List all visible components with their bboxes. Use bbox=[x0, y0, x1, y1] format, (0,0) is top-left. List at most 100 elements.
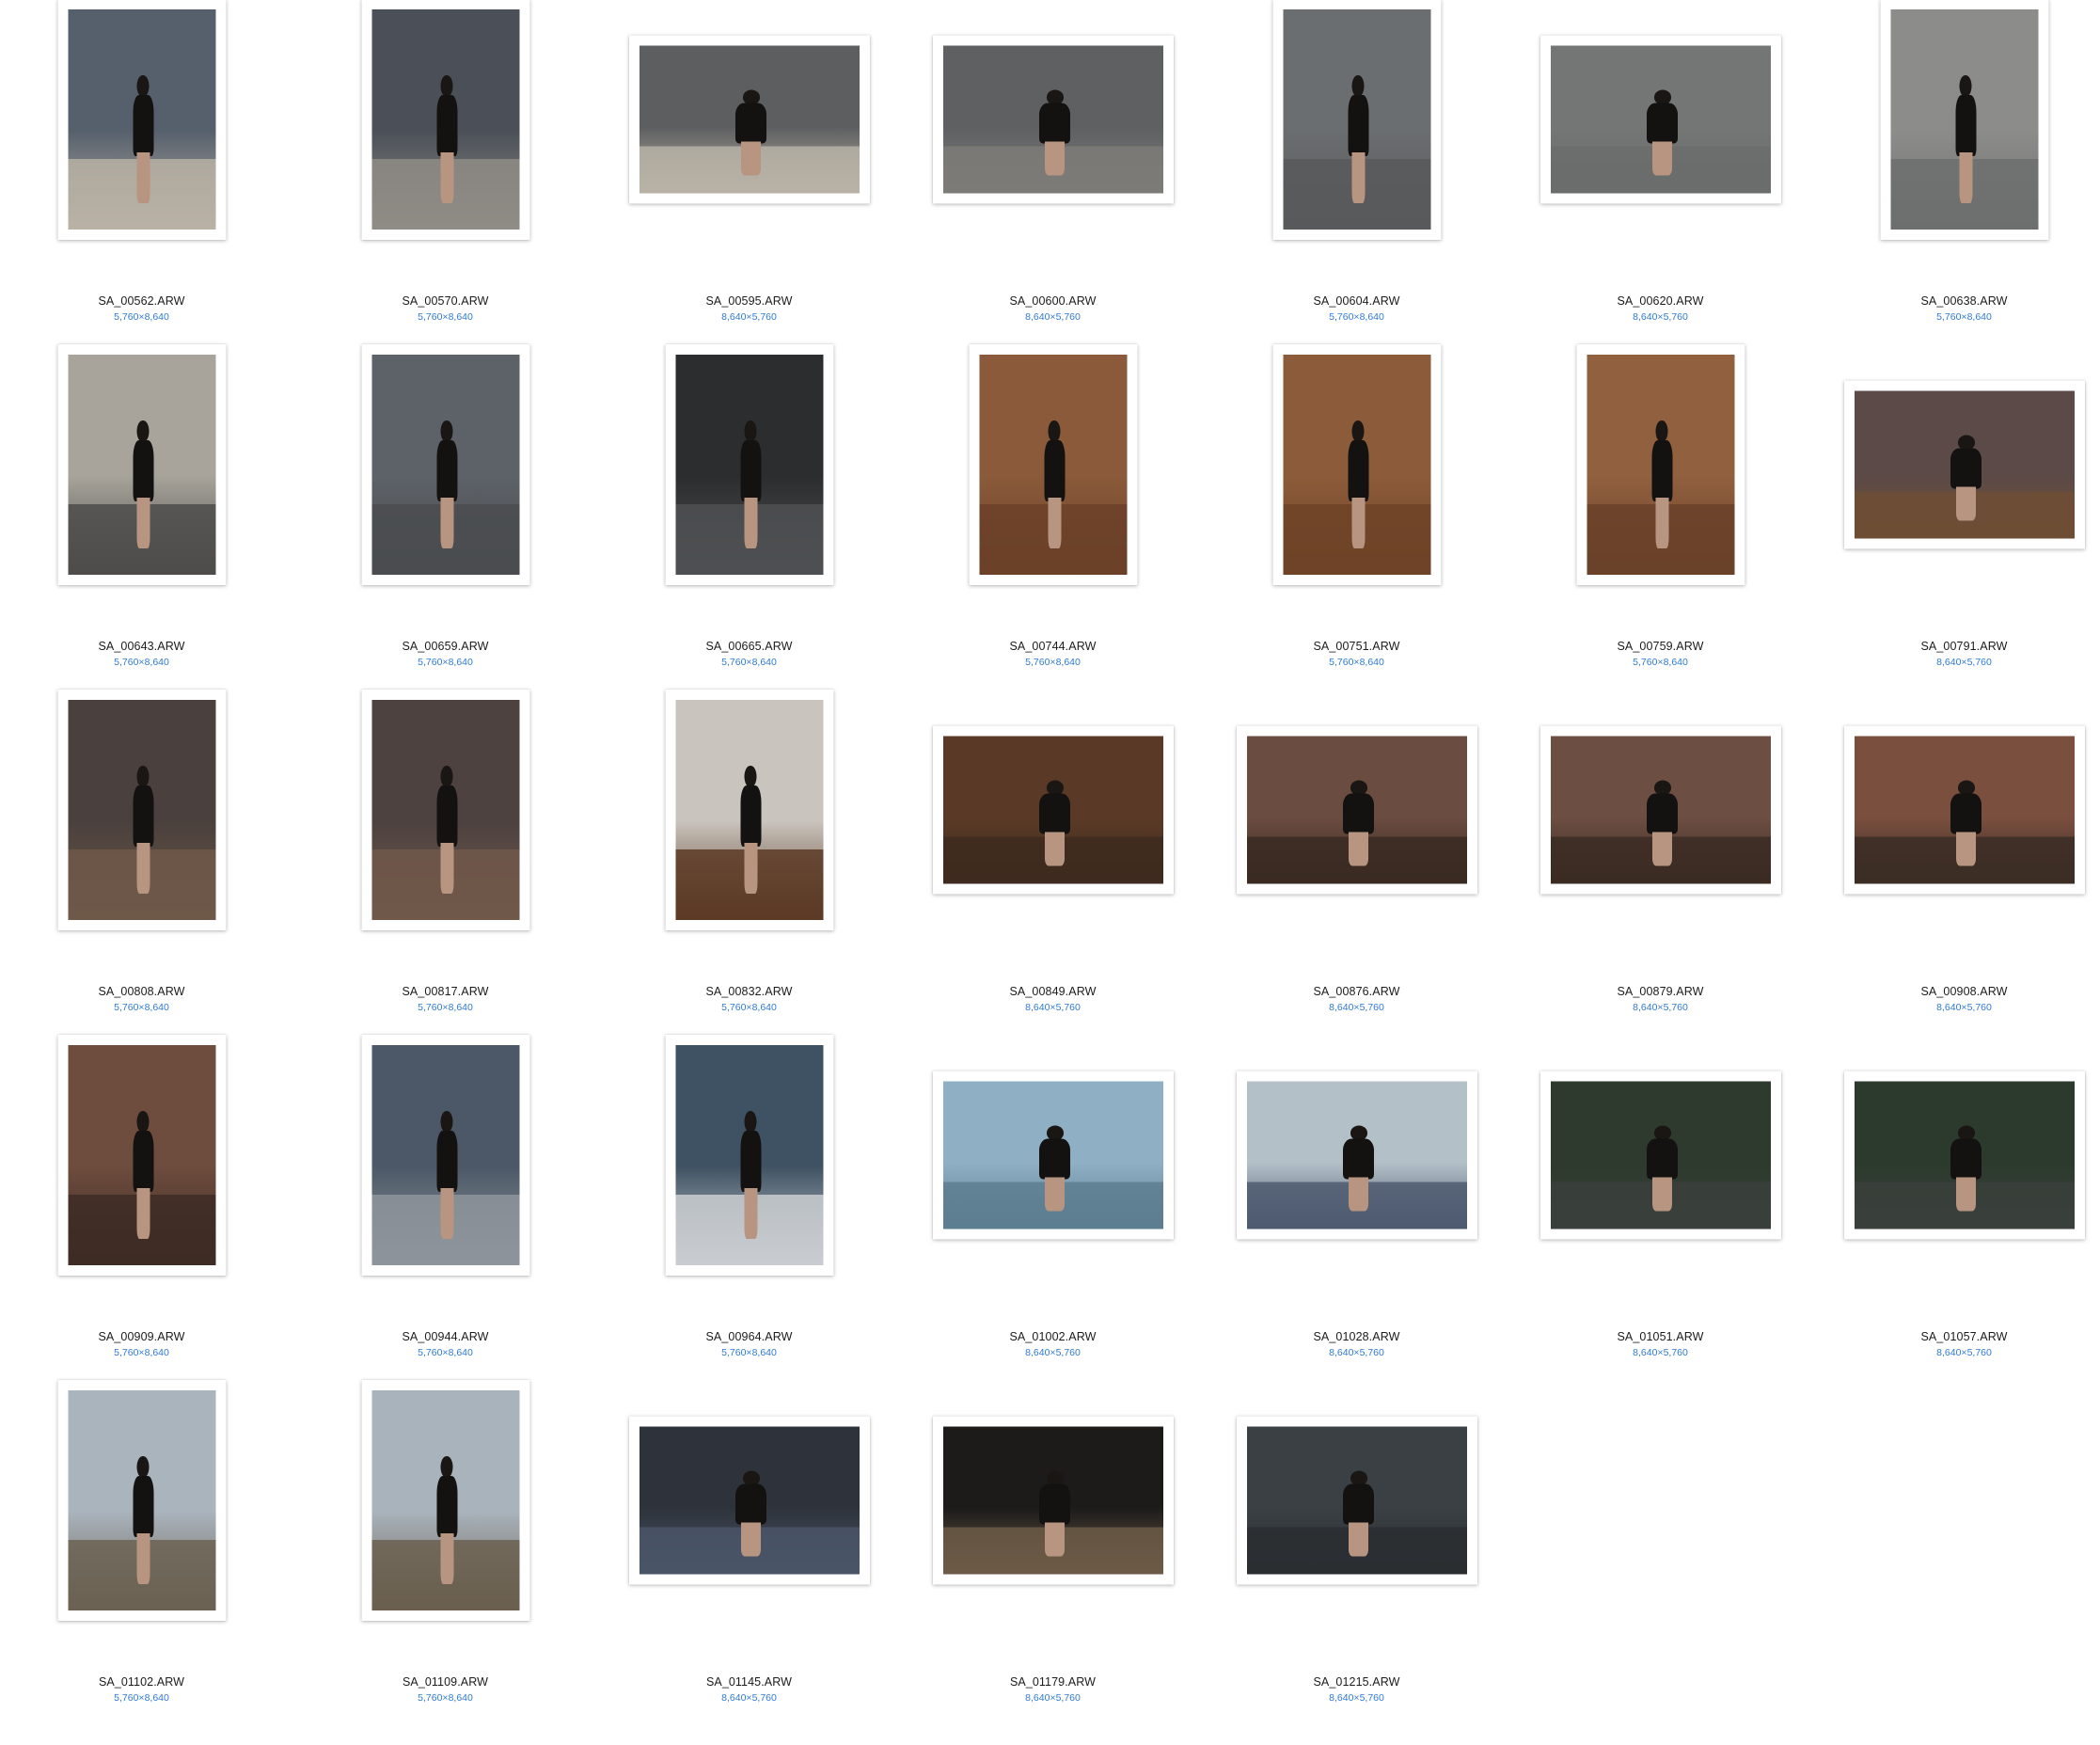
image-dimensions-label: 8,640×5,760 bbox=[1025, 311, 1081, 323]
thumbnail-frame[interactable] bbox=[1236, 725, 1477, 895]
file-item[interactable]: SA_00659.ARW 5,760×8,640 bbox=[293, 344, 597, 690]
subject-body bbox=[735, 1483, 767, 1525]
thumbnail-frame[interactable] bbox=[665, 1035, 833, 1276]
thumbnail-frame[interactable] bbox=[57, 0, 226, 240]
subject-legs bbox=[1956, 832, 1977, 866]
photo-thumbnail bbox=[639, 1426, 860, 1575]
thumbnail-frame[interactable] bbox=[932, 725, 1174, 895]
file-item[interactable]: SA_01028.ARW 8,640×5,760 bbox=[1205, 1036, 1508, 1381]
image-dimensions-label: 8,640×5,760 bbox=[1633, 1002, 1688, 1013]
photo-thumbnail bbox=[1550, 736, 1771, 884]
thumbnail-frame[interactable] bbox=[361, 1035, 529, 1276]
file-item[interactable]: SA_00620.ARW 8,640×5,760 bbox=[1508, 0, 1812, 345]
thumbnail-frame[interactable] bbox=[1880, 0, 2048, 240]
thumbnail-frame[interactable] bbox=[1843, 380, 2085, 549]
thumbnail-frame[interactable] bbox=[1843, 1071, 2085, 1240]
image-dimensions-label: 5,760×8,640 bbox=[721, 1002, 777, 1013]
subject-body bbox=[436, 1130, 458, 1192]
file-item[interactable]: SA_00759.ARW 5,760×8,640 bbox=[1508, 344, 1812, 690]
subject-body bbox=[1039, 1138, 1071, 1180]
file-name-label: SA_00876.ARW bbox=[1313, 985, 1400, 998]
image-dimensions-label: 8,640×5,760 bbox=[1633, 311, 1688, 323]
file-item[interactable]: SA_00638.ARW 5,760×8,640 bbox=[1812, 0, 2100, 345]
thumbnail-frame[interactable] bbox=[1843, 725, 2085, 895]
thumbnail-frame[interactable] bbox=[932, 35, 1174, 204]
file-item[interactable]: SA_00744.ARW 5,760×8,640 bbox=[901, 344, 1205, 690]
photo-thumbnail bbox=[1550, 45, 1771, 194]
thumbnail-frame[interactable] bbox=[628, 35, 870, 204]
file-item[interactable]: SA_00604.ARW 5,760×8,640 bbox=[1205, 0, 1508, 345]
photo-thumbnail bbox=[1246, 736, 1467, 884]
photo-thumbnail bbox=[1854, 1081, 2075, 1229]
thumbnail-frame[interactable] bbox=[932, 1071, 1174, 1240]
file-item[interactable]: SA_00832.ARW 5,760×8,640 bbox=[597, 690, 901, 1036]
file-item[interactable]: SA_00876.ARW 8,640×5,760 bbox=[1205, 690, 1508, 1036]
thumbnail-frame[interactable] bbox=[1236, 1071, 1477, 1240]
thumbnail-frame[interactable] bbox=[57, 344, 226, 585]
subject-head bbox=[744, 1111, 757, 1134]
thumbnail-frame[interactable] bbox=[361, 1380, 529, 1621]
thumbnail-frame[interactable] bbox=[628, 1416, 870, 1585]
thumbnail-frame[interactable] bbox=[1236, 1416, 1477, 1585]
image-dimensions-label: 5,760×8,640 bbox=[1329, 311, 1384, 323]
thumbnail-frame[interactable] bbox=[1272, 344, 1441, 585]
file-item[interactable]: SA_01215.ARW 8,640×5,760 bbox=[1205, 1381, 1508, 1726]
file-item[interactable]: SA_00570.ARW 5,760×8,640 bbox=[293, 0, 597, 345]
subject-head bbox=[440, 1111, 453, 1134]
image-dimensions-label: 5,760×8,640 bbox=[418, 1002, 473, 1013]
thumbnail-frame[interactable] bbox=[361, 0, 529, 240]
thumbnail-frame[interactable] bbox=[1539, 725, 1781, 895]
thumbnail-frame[interactable] bbox=[361, 344, 529, 585]
file-item[interactable]: SA_01179.ARW 8,640×5,760 bbox=[901, 1381, 1205, 1726]
photo-subject bbox=[740, 1111, 762, 1239]
file-item[interactable]: SA_01102.ARW 5,760×8,640 bbox=[0, 1380, 293, 1726]
file-item[interactable]: SA_00909.ARW 5,760×8,640 bbox=[0, 1035, 293, 1381]
subject-body bbox=[1348, 439, 1369, 501]
file-item[interactable]: SA_01057.ARW 8,640×5,760 bbox=[1812, 1036, 2100, 1381]
thumbnail-frame[interactable] bbox=[57, 1035, 226, 1276]
file-item[interactable]: SA_00908.ARW 8,640×5,760 bbox=[1812, 690, 2100, 1036]
thumbnail-frame[interactable] bbox=[1539, 35, 1781, 204]
thumbnail-frame[interactable] bbox=[932, 1416, 1174, 1585]
file-item[interactable]: SA_01145.ARW 8,640×5,760 bbox=[597, 1381, 901, 1726]
image-dimensions-label: 5,760×8,640 bbox=[418, 311, 473, 323]
file-item[interactable]: SA_01002.ARW 8,640×5,760 bbox=[901, 1036, 1205, 1381]
file-item[interactable]: SA_00964.ARW 5,760×8,640 bbox=[597, 1035, 901, 1381]
photo-subject bbox=[1044, 420, 1066, 548]
file-item[interactable]: SA_01051.ARW 8,640×5,760 bbox=[1508, 1036, 1812, 1381]
file-item[interactable]: SA_00665.ARW 5,760×8,640 bbox=[597, 344, 901, 690]
thumbnail-frame[interactable] bbox=[57, 690, 226, 930]
file-item[interactable]: SA_00849.ARW 8,640×5,760 bbox=[901, 690, 1205, 1036]
file-item[interactable]: SA_00808.ARW 5,760×8,640 bbox=[0, 690, 293, 1036]
file-item[interactable]: SA_00879.ARW 8,640×5,760 bbox=[1508, 690, 1812, 1036]
image-dimensions-label: 8,640×5,760 bbox=[1329, 1692, 1384, 1704]
image-dimensions-label: 8,640×5,760 bbox=[1633, 1347, 1688, 1358]
photo-subject bbox=[1039, 780, 1071, 866]
thumbnail-frame[interactable] bbox=[361, 690, 529, 930]
file-item[interactable]: SA_00643.ARW 5,760×8,640 bbox=[0, 344, 293, 690]
file-item[interactable]: SA_00944.ARW 5,760×8,640 bbox=[293, 1035, 597, 1381]
subject-head bbox=[440, 766, 453, 788]
photo-subject bbox=[436, 75, 458, 203]
file-item[interactable]: SA_00817.ARW 5,760×8,640 bbox=[293, 690, 597, 1036]
file-item[interactable]: SA_00600.ARW 8,640×5,760 bbox=[901, 0, 1205, 345]
subject-body bbox=[1044, 439, 1066, 501]
file-item[interactable]: SA_00791.ARW 8,640×5,760 bbox=[1812, 345, 2100, 690]
subject-legs bbox=[744, 1187, 758, 1239]
thumbnail-frame[interactable] bbox=[57, 1380, 226, 1621]
file-item[interactable]: SA_00751.ARW 5,760×8,640 bbox=[1205, 344, 1508, 690]
subject-body bbox=[1647, 103, 1679, 144]
thumbnail-frame[interactable] bbox=[1539, 1071, 1781, 1240]
thumbnail-frame[interactable] bbox=[969, 344, 1137, 585]
file-item[interactable]: SA_00595.ARW 8,640×5,760 bbox=[597, 0, 901, 345]
thumbnail-frame[interactable] bbox=[665, 344, 833, 585]
thumbnail-frame[interactable] bbox=[1272, 0, 1441, 240]
file-name-label: SA_00659.ARW bbox=[402, 640, 489, 653]
photo-subject bbox=[1651, 420, 1673, 548]
file-item[interactable]: SA_01109.ARW 5,760×8,640 bbox=[293, 1380, 597, 1726]
subject-head bbox=[136, 766, 150, 788]
thumbnail-frame[interactable] bbox=[1576, 344, 1745, 585]
thumbnail-frame[interactable] bbox=[665, 690, 833, 930]
subject-legs bbox=[136, 497, 150, 548]
file-item[interactable]: SA_00562.ARW 5,760×8,640 bbox=[0, 0, 293, 345]
